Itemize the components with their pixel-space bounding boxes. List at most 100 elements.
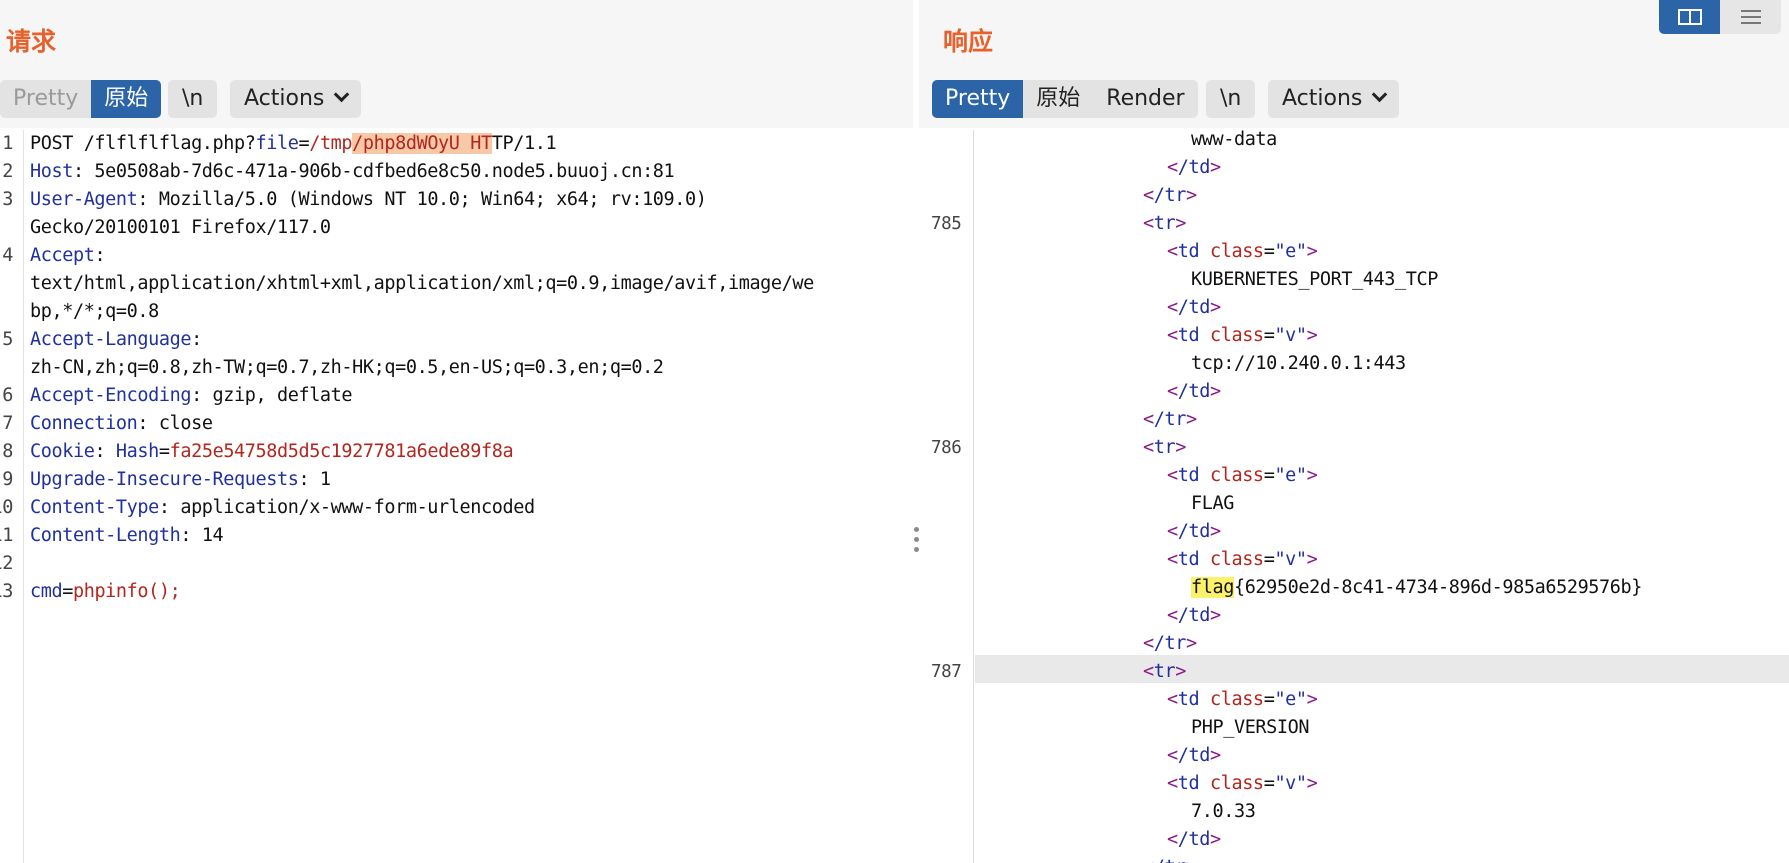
- bracket: <: [1143, 633, 1154, 654]
- line-number: 4: [2, 245, 13, 266]
- bracket: <: [1167, 241, 1178, 262]
- bracket: <: [1167, 745, 1178, 766]
- response-view-tabs: Pretty 原始 Render: [932, 80, 1198, 118]
- response-tab-raw[interactable]: 原始: [1023, 80, 1093, 118]
- bracket: <: [1167, 605, 1178, 626]
- response-line: </tr>: [1143, 406, 1197, 434]
- tag-name: /td: [1177, 297, 1211, 318]
- header-name: Accept-Encoding: [30, 385, 192, 406]
- line-number: 785: [931, 214, 962, 234]
- cookie-value: fa25e54758d5d5c1927781a6ede89f8a: [169, 441, 514, 462]
- attr-name: class: [1209, 465, 1264, 486]
- line-number: 11: [0, 525, 13, 546]
- response-text: www-data </td> </tr> <tr> <td class="e">…: [975, 130, 1789, 863]
- bracket: <: [1167, 549, 1178, 570]
- search-highlight: flag: [1191, 577, 1234, 598]
- response-line: FLAG: [1191, 493, 1234, 514]
- bracket: <: [1143, 661, 1154, 682]
- stacked-view-button[interactable]: [1720, 0, 1781, 34]
- header-value: : gzip, deflate: [191, 385, 353, 406]
- bracket: <: [1167, 297, 1178, 318]
- response-line: <tr>: [1143, 434, 1186, 462]
- body-param-name: cmd: [30, 581, 63, 602]
- equals-sign: =: [158, 441, 170, 462]
- tag-name: /td: [1177, 521, 1211, 542]
- attr-value: "v": [1274, 549, 1307, 570]
- header-value: : 5e0508ab-7d6c-471a-906b-cdfbed6e8c50.n…: [72, 161, 675, 182]
- tag-name: /tr: [1153, 409, 1187, 430]
- header-name: Content-Length: [30, 525, 181, 546]
- bracket: <: [1167, 381, 1178, 402]
- line-number: 786: [931, 438, 962, 458]
- header-value: : Mozilla/5.0 (Windows NT 10.0; Win64; x…: [137, 189, 707, 210]
- equals-sign: =: [1263, 325, 1275, 346]
- tag-name: td: [1177, 549, 1200, 570]
- request-line: POST /flflflflag.php?file=/tmp/php8dWOyU…: [30, 130, 557, 158]
- request-line: User-Agent: Mozilla/5.0 (Windows NT 10.0…: [30, 186, 707, 214]
- split-view-button[interactable]: [1659, 0, 1720, 34]
- equals-sign: =: [1263, 689, 1275, 710]
- response-line-gutter: 785 786 787: [919, 130, 974, 863]
- header-name: User-Agent: [30, 189, 138, 210]
- line-number: 12: [0, 553, 13, 574]
- bracket: >: [1306, 549, 1318, 570]
- line-number: 7: [2, 413, 13, 434]
- protocol-text: TP/1.1: [491, 133, 557, 154]
- request-actions-label: Actions: [244, 86, 325, 111]
- header-value: : close: [137, 413, 213, 434]
- header-name: Upgrade-Insecure-Requests: [30, 469, 299, 490]
- bracket: >: [1175, 213, 1186, 234]
- bracket: >: [1209, 297, 1221, 318]
- attr-value: "e": [1274, 465, 1307, 486]
- request-line-wrap: Gecko/20100101 Firefox/117.0: [30, 217, 331, 238]
- equals-sign: =: [1263, 241, 1275, 262]
- body-param-value: phpinfo();: [72, 581, 181, 602]
- flag-value: {62950e2d-8c41-4734-896d-985a6529576b}: [1233, 577, 1642, 598]
- response-line: </tr>: [1143, 854, 1197, 863]
- bracket: <: [1167, 465, 1178, 486]
- tag-name: /tr: [1153, 633, 1187, 654]
- bracket: >: [1175, 437, 1186, 458]
- response-line: <td class="v">: [1167, 770, 1318, 798]
- equals-sign: =: [1263, 465, 1275, 486]
- cookie-name: Hash: [115, 441, 159, 462]
- response-line: </td>: [1167, 378, 1221, 406]
- bracket: >: [1209, 745, 1221, 766]
- request-actions-button[interactable]: Actions: [230, 80, 362, 118]
- header-value: : 14: [180, 525, 224, 546]
- line-number: 13: [0, 581, 13, 602]
- tag-name: /td: [1177, 157, 1211, 178]
- request-line: Cookie: Hash=fa25e54758d5d5c1927781a6ede…: [30, 438, 514, 466]
- bracket: <: [1143, 185, 1154, 206]
- request-line: Host: 5e0508ab-7d6c-471a-906b-cdfbed6e8c…: [30, 158, 675, 186]
- response-editor[interactable]: 785 786 787 www-data </td> </tr> <tr> <t…: [919, 130, 1789, 863]
- request-editor[interactable]: 1 2 3 4 5 6 7 8 9 10 11 12 13 POST /flfl…: [0, 130, 913, 863]
- request-tab-raw[interactable]: 原始: [91, 80, 162, 118]
- tag-name: td: [1177, 465, 1200, 486]
- response-newline-toggle[interactable]: \n: [1206, 80, 1256, 118]
- request-tab-pretty[interactable]: Pretty: [0, 80, 91, 118]
- tag-name: tr: [1153, 437, 1176, 458]
- bracket: <: [1167, 773, 1178, 794]
- request-newline-toggle[interactable]: \n: [168, 80, 218, 118]
- attr-name: class: [1209, 241, 1264, 262]
- tag-name: tr: [1153, 661, 1176, 682]
- request-line: Connection: close: [30, 410, 213, 438]
- response-actions-button[interactable]: Actions: [1268, 80, 1400, 118]
- response-tab-pretty[interactable]: Pretty: [932, 80, 1024, 118]
- bracket: >: [1306, 689, 1318, 710]
- response-line: </td>: [1167, 742, 1221, 770]
- response-line: flag{62950e2d-8c41-4734-896d-985a6529576…: [1191, 574, 1642, 602]
- attr-name: class: [1209, 325, 1264, 346]
- tag-name: /tr: [1153, 185, 1187, 206]
- response-line: tcp://10.240.0.1:443: [1191, 353, 1406, 374]
- split-view-icon: [1677, 9, 1702, 25]
- tag-name: /td: [1177, 381, 1211, 402]
- equals-sign: =: [1263, 549, 1275, 570]
- bracket: <: [1167, 829, 1178, 850]
- line-number: 3: [2, 189, 13, 210]
- response-tab-render[interactable]: Render: [1093, 80, 1197, 118]
- request-line: Content-Type: application/x-www-form-url…: [30, 494, 535, 522]
- request-pane-header: 请求 Pretty 原始 \n Actions: [0, 0, 913, 128]
- response-actions-label: Actions: [1282, 86, 1363, 111]
